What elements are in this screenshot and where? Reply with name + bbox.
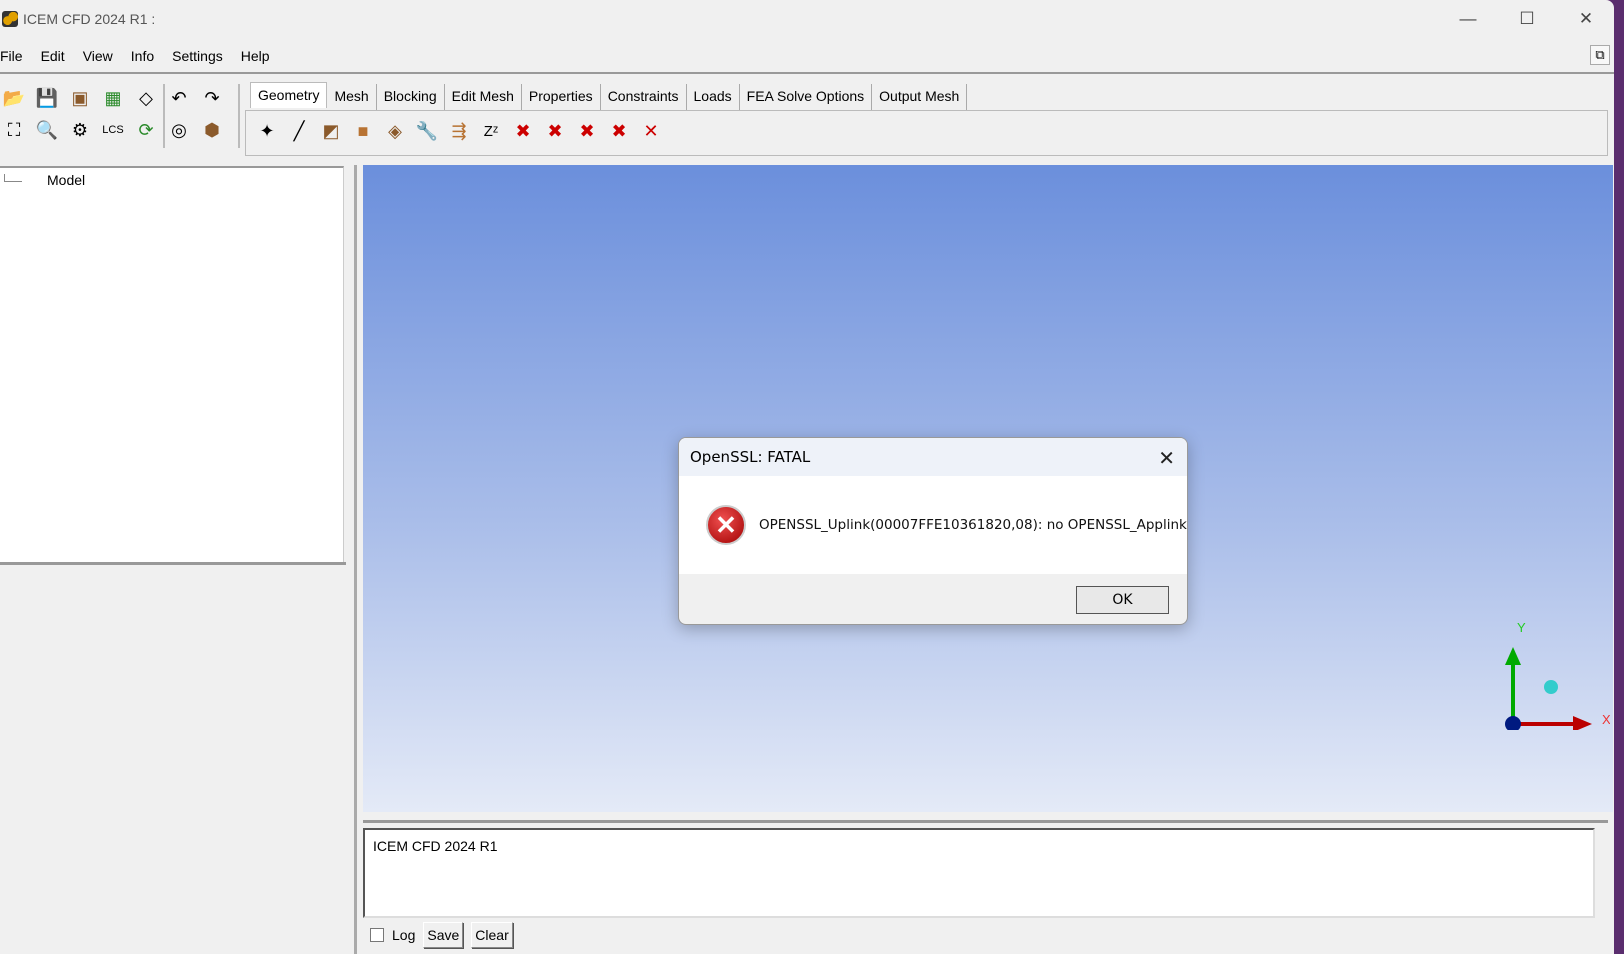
dialog-title: OpenSSL: FATAL	[690, 448, 811, 466]
save-button[interactable]: Save	[423, 922, 464, 948]
geometry-toolbar: ✦ ╱ ◩ ■ ◈ 🔧 ⇶ Zᶻ ✖ ✖ ✖ ✖ ✕	[253, 117, 665, 145]
icem-window: ICEM CFD 2024 R1 : — ☐ ✕ File Edit View …	[0, 0, 1614, 954]
y-axis-label: Y	[1517, 620, 1526, 635]
panel-splitter[interactable]	[0, 562, 346, 565]
create-curve-icon[interactable]: ╱	[285, 117, 313, 145]
minimize-button[interactable]: —	[1448, 8, 1488, 30]
tab-output-mesh[interactable]: Output Mesh	[872, 84, 968, 110]
open-mesh-icon[interactable]: ▦	[99, 84, 127, 112]
create-point-icon[interactable]: ✦	[253, 117, 281, 145]
tab-constraints[interactable]: Constraints	[601, 84, 687, 110]
log-checkbox[interactable]	[370, 928, 384, 942]
undo-icon[interactable]: ↶	[165, 84, 193, 112]
repair-geometry-icon[interactable]: 🔧	[413, 117, 441, 145]
menu-file[interactable]: File	[0, 48, 32, 64]
save-icon[interactable]: 💾	[33, 84, 61, 112]
dialog-body: ✕ OPENSSL_Uplink(00007FFE10361820,08): n…	[679, 476, 1187, 574]
log-label: Log	[392, 927, 416, 943]
axis-triad: Y X	[1505, 620, 1610, 730]
create-body-icon[interactable]: ■	[349, 117, 377, 145]
measure-icon[interactable]: ⚙	[66, 116, 94, 144]
tab-geometry[interactable]: Geometry	[250, 82, 328, 108]
faceted-icon[interactable]: ◈	[381, 117, 409, 145]
tree-connector	[4, 174, 22, 182]
x-axis-arrowhead	[1573, 716, 1592, 730]
title-bar: ICEM CFD 2024 R1 : — ☐ ✕	[0, 0, 1614, 38]
close-button[interactable]: ✕	[1566, 8, 1606, 30]
view-toolbar: ⛶ 🔍 ⚙ LCS ⟳ ◎ ⬢	[0, 116, 226, 144]
menu-help[interactable]: Help	[232, 48, 279, 64]
openssl-error-dialog: OpenSSL: FATAL ✕ ✕ OPENSSL_Uplink(00007F…	[678, 437, 1188, 625]
menu-view[interactable]: View	[74, 48, 122, 64]
create-surface-icon[interactable]: ◩	[317, 117, 345, 145]
tab-fea-solve-options[interactable]: FEA Solve Options	[740, 84, 873, 110]
function-tabs: Geometry Mesh Blocking Edit Mesh Propert…	[250, 82, 968, 110]
menu-settings[interactable]: Settings	[163, 48, 232, 64]
fit-window-icon[interactable]: ⛶	[0, 116, 28, 144]
zoom-box-icon[interactable]: 🔍	[33, 116, 61, 144]
message-window[interactable]: ICEM CFD 2024 R1	[363, 828, 1595, 918]
open-geometry-icon[interactable]: ▣	[66, 84, 94, 112]
message-controls: Log Save Clear	[370, 922, 513, 948]
tab-properties[interactable]: Properties	[522, 84, 601, 110]
wireframe-icon[interactable]: ◎	[165, 116, 193, 144]
tab-loads[interactable]: Loads	[687, 84, 740, 110]
model-tree: Model	[0, 166, 344, 564]
restore-layout-button[interactable]: ⧉	[1590, 45, 1610, 65]
delete-surface-icon[interactable]: ✖	[573, 117, 601, 145]
error-icon: ✕	[706, 505, 746, 545]
tree-item-model[interactable]: Model	[47, 172, 85, 188]
open-blocking-icon[interactable]: ◇	[132, 84, 160, 112]
z-axis-marker	[1544, 680, 1558, 694]
dialog-close-button[interactable]: ✕	[1158, 446, 1175, 471]
origin-marker	[1505, 716, 1521, 730]
lcs-icon[interactable]: LCS	[99, 116, 127, 144]
toolbar-separator	[238, 84, 240, 148]
delete-point-icon[interactable]: ✖	[509, 117, 537, 145]
ok-button[interactable]: OK	[1076, 586, 1169, 614]
tab-blocking[interactable]: Blocking	[377, 84, 445, 110]
toolbar-separator	[163, 84, 165, 148]
message-splitter[interactable]	[363, 820, 1608, 823]
delete-any-entity-icon[interactable]: ✕	[637, 117, 665, 145]
file-toolbar: 📂 💾 ▣ ▦ ◇ ↶ ↷	[0, 84, 226, 112]
refresh-icon[interactable]: ⟳	[132, 116, 160, 144]
menu-edit[interactable]: Edit	[32, 48, 74, 64]
open-folder-icon[interactable]: 📂	[0, 84, 28, 112]
menu-info[interactable]: Info	[122, 48, 163, 64]
restore-dormant-icon[interactable]: Zᶻ	[477, 117, 505, 145]
transform-geometry-icon[interactable]: ⇶	[445, 117, 473, 145]
menu-bar: File Edit View Info Settings Help ⧉	[0, 40, 1614, 74]
solid-icon[interactable]: ⬢	[198, 116, 226, 144]
dialog-header: OpenSSL: FATAL	[679, 438, 1187, 476]
x-axis-label: X	[1602, 712, 1610, 727]
dialog-message: OPENSSL_Uplink(00007FFE10361820,08): no …	[759, 517, 1187, 533]
delete-body-icon[interactable]: ✖	[605, 117, 633, 145]
redo-icon[interactable]: ↷	[198, 84, 226, 112]
tab-edit-mesh[interactable]: Edit Mesh	[445, 84, 522, 110]
maximize-button[interactable]: ☐	[1507, 8, 1547, 30]
app-logo-icon	[2, 11, 18, 27]
message-text: ICEM CFD 2024 R1	[373, 838, 498, 854]
window-title: ICEM CFD 2024 R1 :	[23, 11, 156, 27]
vertical-splitter[interactable]	[354, 165, 357, 954]
delete-curve-icon[interactable]: ✖	[541, 117, 569, 145]
y-axis-arrowhead	[1505, 647, 1521, 665]
clear-button[interactable]: Clear	[471, 922, 513, 948]
tab-mesh[interactable]: Mesh	[327, 84, 377, 110]
